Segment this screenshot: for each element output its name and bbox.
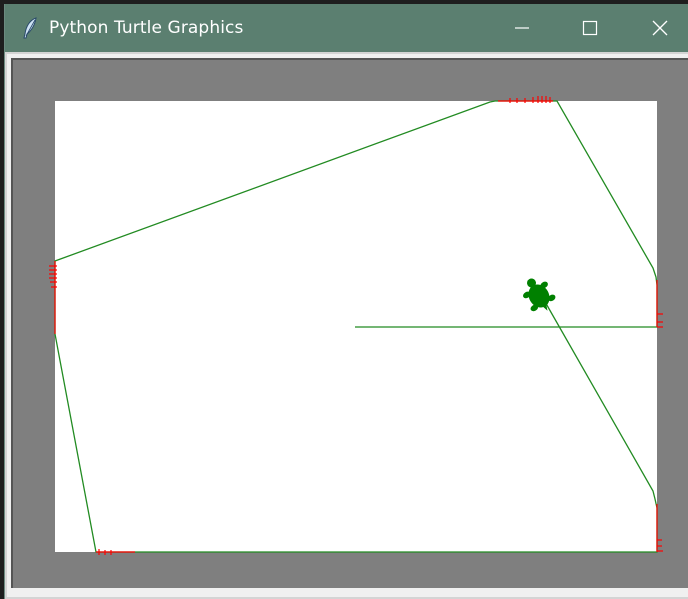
turtle-canvas[interactable] [5,4,688,599]
turtle-window: Python Turtle Graphics [4,4,688,599]
